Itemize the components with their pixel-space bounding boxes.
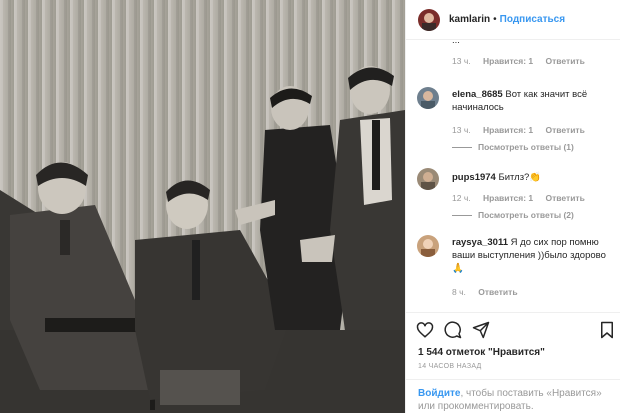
- comment-meta: 13 ч. Нравится: 1 Ответить: [452, 125, 595, 135]
- commenter-avatar[interactable]: [417, 87, 439, 109]
- login-link[interactable]: Войдите: [418, 388, 460, 399]
- comment-text-block: raysya_3011 Я до сих пор помню ваши выст…: [452, 236, 612, 275]
- comment-likes[interactable]: Нравится: 1: [483, 193, 533, 203]
- comment-text-partial: ...: [452, 40, 612, 47]
- comment-meta: 8 ч. Ответить: [452, 287, 528, 297]
- comment-icon[interactable]: [444, 321, 462, 339]
- comment-text: Битлз?: [498, 172, 530, 183]
- photo-image: [0, 0, 405, 413]
- comment-time: 13 ч.: [452, 56, 471, 66]
- commenter-username[interactable]: elena_8685: [452, 89, 503, 100]
- comments-list[interactable]: ... 13 ч. Нравится: 1 Ответить elena_868…: [406, 40, 620, 312]
- view-replies-label: Посмотреть ответы (1): [478, 142, 574, 152]
- post-timestamp: 14 ЧАСОВ НАЗАД: [418, 363, 482, 370]
- comment-text-block: pups1974 Битлз?👏: [452, 171, 612, 184]
- login-prompt: Войдите, чтобы поставить «Нравится» или …: [406, 379, 620, 413]
- follow-button[interactable]: Подписаться: [500, 14, 565, 25]
- heart-icon[interactable]: [416, 321, 434, 339]
- view-replies-button[interactable]: Посмотреть ответы (1): [452, 142, 574, 152]
- action-icon-bar: [416, 321, 616, 341]
- post-header: kamlarin • Подписаться: [406, 0, 620, 40]
- comment-text: ...: [452, 40, 460, 46]
- commenter-username[interactable]: raysya_3011: [452, 237, 508, 248]
- view-replies-label: Посмотреть ответы (2): [478, 210, 574, 220]
- author-avatar[interactable]: [418, 8, 440, 31]
- comment-time: 12 ч.: [452, 193, 471, 203]
- post-actions: 1 544 отметок "Нравится" 14 ЧАСОВ НАЗАД …: [406, 312, 620, 413]
- replies-line: [452, 215, 472, 217]
- replies-line: [452, 147, 472, 149]
- commenter-avatar[interactable]: [417, 168, 439, 190]
- post-photo[interactable]: [0, 0, 405, 413]
- commenter-avatar[interactable]: [417, 235, 439, 257]
- bookmark-icon[interactable]: [598, 321, 616, 339]
- comment-likes[interactable]: Нравится: 1: [483, 125, 533, 135]
- reply-button[interactable]: Ответить: [478, 287, 517, 297]
- author-username[interactable]: kamlarin: [449, 14, 490, 25]
- view-replies-button[interactable]: Посмотреть ответы (2): [452, 210, 574, 220]
- header-separator: •: [493, 14, 497, 25]
- share-icon[interactable]: [472, 321, 490, 339]
- reply-button[interactable]: Ответить: [546, 125, 585, 135]
- reply-button[interactable]: Ответить: [546, 193, 585, 203]
- comment-likes[interactable]: Нравится: 1: [483, 56, 533, 66]
- comment-meta: 12 ч. Нравится: 1 Ответить: [452, 193, 595, 203]
- comment-time: 8 ч.: [452, 287, 466, 297]
- post-side-panel: kamlarin • Подписаться ... 13 ч. Нравитс…: [405, 0, 620, 413]
- comment-meta: 13 ч. Нравится: 1 Ответить: [452, 56, 595, 66]
- pray-emoji: 🙏: [452, 263, 464, 274]
- comment-time: 13 ч.: [452, 125, 471, 135]
- reply-button[interactable]: Ответить: [546, 56, 585, 66]
- commenter-username[interactable]: pups1974: [452, 172, 496, 183]
- likes-count[interactable]: 1 544 отметок "Нравится": [418, 347, 545, 358]
- comment-text-block: elena_8685 Вот как значит всё начиналось: [452, 88, 612, 114]
- clap-emoji: 👏: [529, 172, 542, 183]
